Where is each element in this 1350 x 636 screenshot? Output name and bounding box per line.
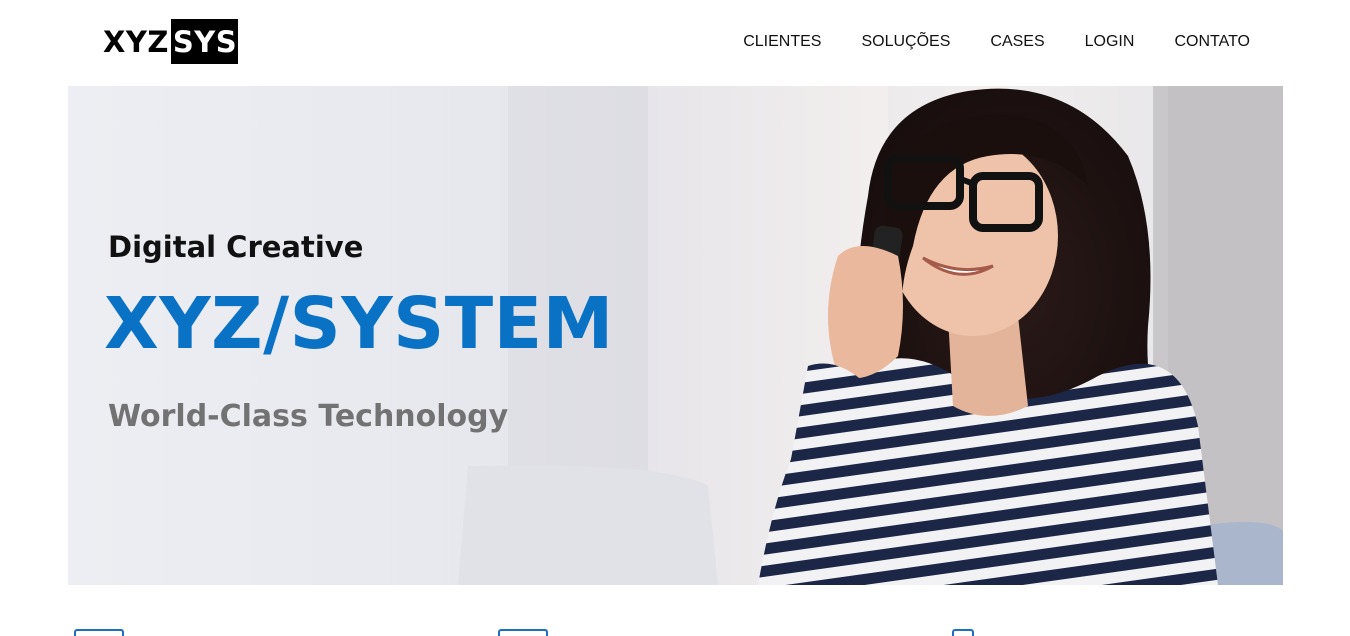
site-logo[interactable]: XYZ SYS xyxy=(103,19,239,64)
feature-icon xyxy=(952,629,974,636)
nav-link-login[interactable]: LOGIN xyxy=(1085,31,1135,53)
feature-icon xyxy=(498,629,548,636)
hero-tagline: World-Class Technology xyxy=(108,399,509,434)
feature-icon xyxy=(74,629,124,636)
nav-link-clientes[interactable]: CLIENTES xyxy=(743,31,821,53)
nav-link-cases[interactable]: CASES xyxy=(990,31,1044,53)
nav-link-contato[interactable]: CONTATO xyxy=(1174,31,1250,53)
hero-banner: Digital Creative XYZ/SYSTEM World-Class … xyxy=(68,86,1283,585)
nav-link-solucoes[interactable]: SOLUÇÕES xyxy=(861,31,950,53)
hero-kicker: Digital Creative xyxy=(108,230,364,264)
hero-headline: XYZ/SYSTEM xyxy=(104,282,614,365)
logo-text-sys: SYS xyxy=(170,19,239,64)
logo-text-xyz: XYZ xyxy=(103,24,169,59)
page: XYZ SYS CLIENTES SOLUÇÕES CASES LOGIN CO… xyxy=(0,0,1350,636)
main-nav: CLIENTES SOLUÇÕES CASES LOGIN CONTATO xyxy=(703,31,1250,53)
